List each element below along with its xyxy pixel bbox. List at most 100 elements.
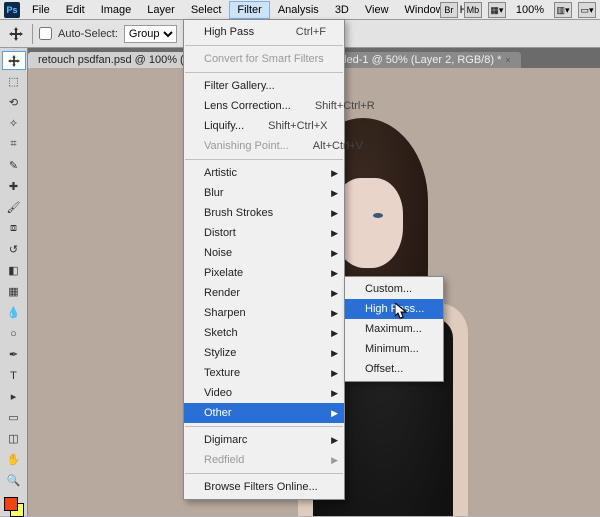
menu-file[interactable]: File — [24, 1, 58, 19]
submenu-arrow-icon: ▶ — [331, 455, 338, 466]
3d-tool[interactable]: ◫ — [2, 429, 26, 448]
menu-item-render[interactable]: Render▶ — [184, 283, 344, 303]
menu-item-browse-online[interactable]: Browse Filters Online... — [184, 477, 344, 497]
healing-tool[interactable]: ✚ — [2, 177, 26, 196]
submenu-arrow-icon: ▶ — [331, 208, 338, 219]
brush-tool[interactable]: 🖌 — [2, 198, 26, 217]
tab-label: Untitled-1 @ 50% (Layer 2, RGB/8) * — [321, 54, 501, 66]
menu-item-stylize[interactable]: Stylize▶ — [184, 343, 344, 363]
eraser-tool[interactable]: ◧ — [2, 261, 26, 280]
menu-separator — [185, 426, 343, 427]
color-swatches[interactable] — [4, 497, 24, 516]
shortcut-label: Alt+Ctrl+V — [289, 140, 363, 152]
menu-analysis[interactable]: Analysis — [270, 1, 327, 19]
menu-item-video[interactable]: Video▶ — [184, 383, 344, 403]
menu-item-lens-correction[interactable]: Lens Correction...Shift+Ctrl+R — [184, 96, 344, 116]
pen-tool[interactable]: ✒ — [2, 345, 26, 364]
menu-item-noise[interactable]: Noise▶ — [184, 243, 344, 263]
submenu-arrow-icon: ▶ — [331, 388, 338, 399]
quick-select-tool[interactable]: ✧ — [2, 114, 26, 133]
close-icon[interactable]: × — [505, 55, 510, 65]
zoom-tool[interactable]: 🔍 — [2, 471, 26, 490]
gradient-tool[interactable]: ▦ — [2, 282, 26, 301]
move-tool[interactable] — [2, 51, 26, 70]
auto-select-checkbox[interactable] — [39, 27, 52, 40]
menu-3d[interactable]: 3D — [327, 1, 357, 19]
submenu-arrow-icon: ▶ — [331, 248, 338, 259]
menu-item-redfield: Redfield▶ — [184, 450, 344, 470]
submenu-arrow-icon: ▶ — [331, 408, 338, 419]
menu-separator — [185, 72, 343, 73]
menu-item-digimarc[interactable]: Digimarc▶ — [184, 430, 344, 450]
launch-minibridge-button[interactable]: Mb — [464, 2, 482, 18]
menu-item-other[interactable]: Other▶ — [184, 403, 344, 423]
other-submenu: Custom... High Pass... Maximum... Minimu… — [344, 276, 444, 382]
crop-tool[interactable]: ⌗ — [2, 135, 26, 154]
launch-bridge-button[interactable]: Br — [440, 2, 458, 18]
submenu-arrow-icon: ▶ — [331, 328, 338, 339]
dodge-tool[interactable]: ○ — [2, 324, 26, 343]
menu-item-texture[interactable]: Texture▶ — [184, 363, 344, 383]
submenu-arrow-icon: ▶ — [331, 308, 338, 319]
stamp-tool[interactable]: ⧈ — [2, 219, 26, 238]
path-select-tool[interactable]: ▸ — [2, 387, 26, 406]
submenu-arrow-icon: ▶ — [331, 348, 338, 359]
lasso-tool[interactable]: ⟲ — [2, 93, 26, 112]
type-tool[interactable]: T — [2, 366, 26, 385]
auto-select-label: Auto-Select: — [58, 28, 118, 40]
app-logo: Ps — [4, 2, 20, 18]
menu-item-maximum[interactable]: Maximum... — [345, 319, 443, 339]
submenu-arrow-icon: ▶ — [331, 228, 338, 239]
arrange-docs-button[interactable]: ▥▾ — [554, 2, 572, 18]
menu-item-minimum[interactable]: Minimum... — [345, 339, 443, 359]
submenu-arrow-icon: ▶ — [331, 268, 338, 279]
submenu-arrow-icon: ▶ — [331, 288, 338, 299]
menu-filter[interactable]: Filter — [229, 1, 269, 19]
submenu-arrow-icon: ▶ — [331, 368, 338, 379]
menu-item-custom[interactable]: Custom... — [345, 279, 443, 299]
menu-layer[interactable]: Layer — [139, 1, 183, 19]
menu-item-distort[interactable]: Distort▶ — [184, 223, 344, 243]
menu-item-sketch[interactable]: Sketch▶ — [184, 323, 344, 343]
menu-image[interactable]: Image — [93, 1, 140, 19]
eyedropper-tool[interactable]: ✎ — [2, 156, 26, 175]
menu-item-brush-strokes[interactable]: Brush Strokes▶ — [184, 203, 344, 223]
menu-item-blur[interactable]: Blur▶ — [184, 183, 344, 203]
menu-select[interactable]: Select — [183, 1, 230, 19]
menu-item-convert-smart: Convert for Smart Filters — [184, 49, 344, 69]
zoom-level[interactable]: 100% — [512, 3, 548, 17]
menu-item-last-filter[interactable]: High Pass Ctrl+F — [184, 22, 344, 42]
foreground-color-swatch[interactable] — [4, 497, 18, 511]
menu-item-liquify[interactable]: Liquify...Shift+Ctrl+X — [184, 116, 344, 136]
menu-view[interactable]: View — [357, 1, 397, 19]
menu-edit[interactable]: Edit — [58, 1, 93, 19]
submenu-arrow-icon: ▶ — [331, 188, 338, 199]
menu-separator — [185, 45, 343, 46]
view-extras-button[interactable]: ▦▾ — [488, 2, 506, 18]
menu-item-sharpen[interactable]: Sharpen▶ — [184, 303, 344, 323]
submenu-arrow-icon: ▶ — [331, 435, 338, 446]
menu-item-vanishing-point: Vanishing Point...Alt+Ctrl+V — [184, 136, 344, 156]
shortcut-label: Shift+Ctrl+X — [244, 120, 327, 132]
marquee-tool[interactable]: ⬚ — [2, 72, 26, 91]
right-controls: Br Mb ▦▾ 100% ▥▾ ▭▾ — [440, 0, 596, 20]
menu-separator — [185, 473, 343, 474]
auto-select-dropdown[interactable]: Group — [124, 25, 177, 43]
move-tool-icon — [6, 24, 26, 44]
menu-item-artistic[interactable]: Artistic▶ — [184, 163, 344, 183]
menu-item-pixelate[interactable]: Pixelate▶ — [184, 263, 344, 283]
screen-mode-button[interactable]: ▭▾ — [578, 2, 596, 18]
tools-panel: ⬚ ⟲ ✧ ⌗ ✎ ✚ 🖌 ⧈ ↺ ◧ ▦ 💧 ○ ✒ T ▸ ▭ ◫ ✋ 🔍 — [0, 48, 28, 516]
hand-tool[interactable]: ✋ — [2, 450, 26, 469]
blur-tool[interactable]: 💧 — [2, 303, 26, 322]
menu-separator — [185, 159, 343, 160]
shortcut-label: Ctrl+F — [272, 26, 326, 38]
menu-item-offset[interactable]: Offset... — [345, 359, 443, 379]
submenu-arrow-icon: ▶ — [331, 168, 338, 179]
shortcut-label: Shift+Ctrl+R — [291, 100, 375, 112]
menu-item-filter-gallery[interactable]: Filter Gallery... — [184, 76, 344, 96]
menu-item-high-pass[interactable]: High Pass... — [345, 299, 443, 319]
history-brush-tool[interactable]: ↺ — [2, 240, 26, 259]
filter-dropdown-menu: High Pass Ctrl+F Convert for Smart Filte… — [183, 19, 345, 500]
shape-tool[interactable]: ▭ — [2, 408, 26, 427]
